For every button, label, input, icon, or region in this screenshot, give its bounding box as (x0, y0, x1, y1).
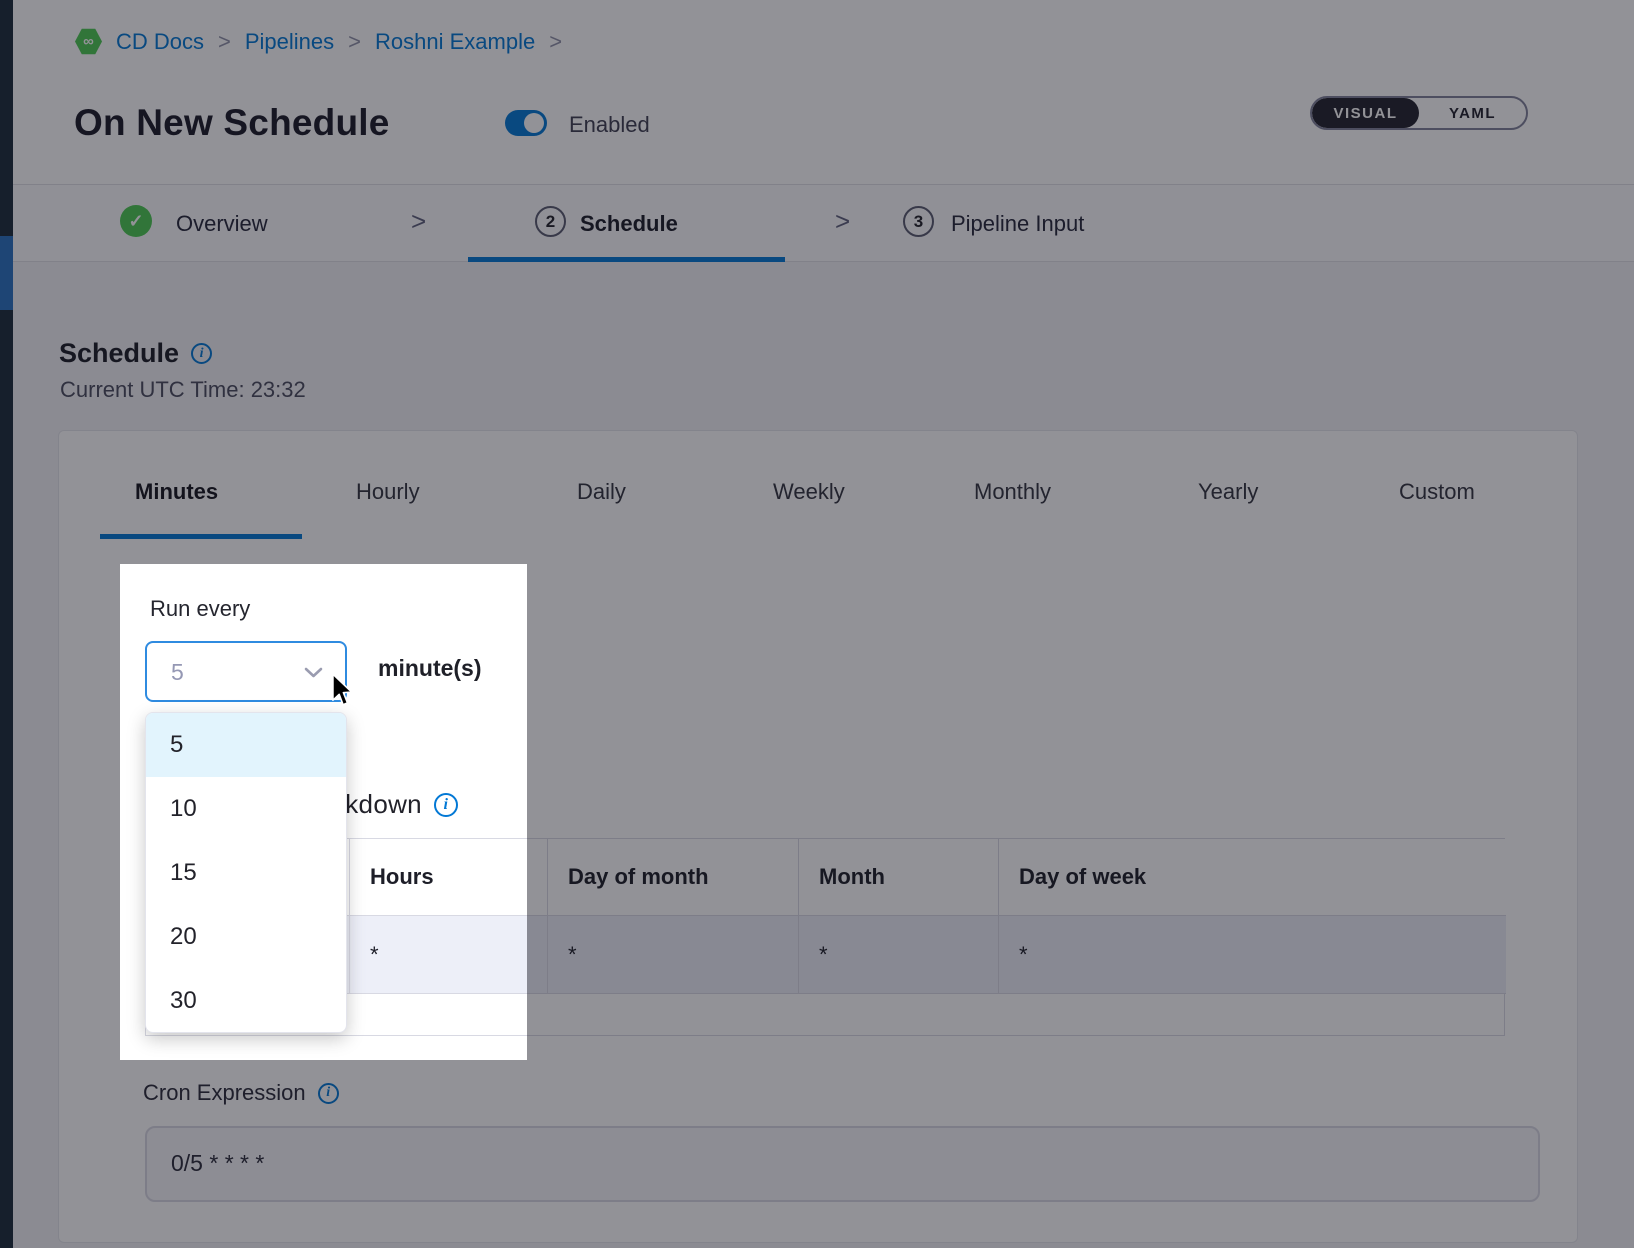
dropdown-option-30[interactable]: 30 (146, 969, 346, 1033)
chevron-down-icon (304, 667, 323, 679)
step-pipeline-input[interactable]: Pipeline Input (951, 211, 1084, 237)
minutes-dropdown-menu: 5 10 15 20 30 (145, 712, 347, 1033)
stepper-chevron-icon: > (835, 206, 850, 237)
mouse-cursor-icon (330, 673, 354, 707)
run-every-label: Run every (150, 596, 250, 622)
breadcrumb-separator: > (348, 29, 361, 55)
tab-monthly[interactable]: Monthly (974, 479, 1051, 505)
breadcrumb-roshni-example[interactable]: Roshni Example (375, 29, 535, 55)
step-3-number: 3 (903, 206, 934, 237)
col-day-of-week: Day of week (999, 839, 1506, 916)
breadcrumb-cd-docs[interactable]: CD Docs (116, 29, 204, 55)
cron-expression-value: 0/5 * * * * (171, 1150, 264, 1177)
enabled-toggle[interactable] (505, 110, 547, 136)
minutes-select-value: 5 (171, 659, 184, 686)
cron-expression-label: Cron Expression i (143, 1080, 339, 1106)
dropdown-option-10[interactable]: 10 (146, 777, 346, 841)
cd-module-icon: ∞ (75, 28, 102, 55)
cell-month: * (799, 916, 999, 994)
dropdown-option-15[interactable]: 15 (146, 841, 346, 905)
cron-breakdown-table: Minutes Hours Day of month Month Day of … (145, 838, 1505, 1036)
table-header-row: Minutes Hours Day of month Month Day of … (146, 839, 1504, 916)
col-day-of-month: Day of month (548, 839, 799, 916)
tab-minutes[interactable]: Minutes (135, 479, 218, 505)
wizard-stepper: ✓ Overview > 2 Schedule > 3 Pipeline Inp… (13, 184, 1634, 262)
info-icon[interactable]: i (191, 343, 212, 364)
tab-custom[interactable]: Custom (1399, 479, 1475, 505)
page-title: On New Schedule (74, 102, 390, 144)
breadcrumb-separator: > (549, 29, 562, 55)
info-icon[interactable]: i (434, 793, 458, 817)
tab-daily[interactable]: Daily (577, 479, 626, 505)
breadcrumb-separator: > (218, 29, 231, 55)
cron-expression-input[interactable]: 0/5 * * * * (145, 1126, 1540, 1202)
left-nav-rail (0, 0, 13, 1248)
schedule-heading-text: Schedule (59, 338, 179, 369)
tab-yearly[interactable]: Yearly (1198, 479, 1258, 505)
active-step-underline (468, 257, 785, 262)
minutes-select[interactable]: 5 (145, 641, 347, 702)
breadcrumb-pipelines[interactable]: Pipelines (245, 29, 334, 55)
visual-yaml-toggle: VISUAL YAML (1310, 96, 1528, 130)
active-tab-underline (100, 534, 302, 539)
cell-day-of-month: * (548, 916, 799, 994)
table-footer-strip (146, 994, 1504, 1035)
step-overview[interactable]: Overview (176, 211, 268, 237)
tab-hourly[interactable]: Hourly (356, 479, 420, 505)
step-complete-check-icon: ✓ (120, 205, 152, 237)
cron-expression-text: Cron Expression (143, 1080, 306, 1106)
visual-tab[interactable]: VISUAL (1312, 98, 1419, 128)
dropdown-option-20[interactable]: 20 (146, 905, 346, 969)
step-2-number: 2 (535, 206, 566, 237)
cell-hours: * (350, 916, 548, 994)
toggle-knob (524, 113, 544, 133)
stepper-chevron-icon: > (411, 206, 426, 237)
step-schedule[interactable]: Schedule (580, 211, 678, 237)
yaml-tab[interactable]: YAML (1419, 98, 1526, 128)
col-hours: Hours (350, 839, 548, 916)
enabled-label: Enabled (569, 112, 650, 138)
info-icon[interactable]: i (318, 1083, 339, 1104)
col-month: Month (799, 839, 999, 916)
schedule-section-heading: Schedule i (59, 338, 212, 369)
minutes-unit-label: minute(s) (378, 655, 482, 682)
current-utc-time: Current UTC Time: 23:32 (60, 377, 306, 403)
left-nav-active-item[interactable] (0, 236, 13, 310)
tab-weekly[interactable]: Weekly (773, 479, 845, 505)
page-header: ∞ CD Docs > Pipelines > Roshni Example >… (13, 0, 1634, 184)
cell-day-of-week: * (999, 916, 1506, 994)
breadcrumb: ∞ CD Docs > Pipelines > Roshni Example > (75, 28, 562, 55)
table-row: * * * * * (146, 916, 1504, 994)
dropdown-option-5[interactable]: 5 (146, 713, 346, 777)
